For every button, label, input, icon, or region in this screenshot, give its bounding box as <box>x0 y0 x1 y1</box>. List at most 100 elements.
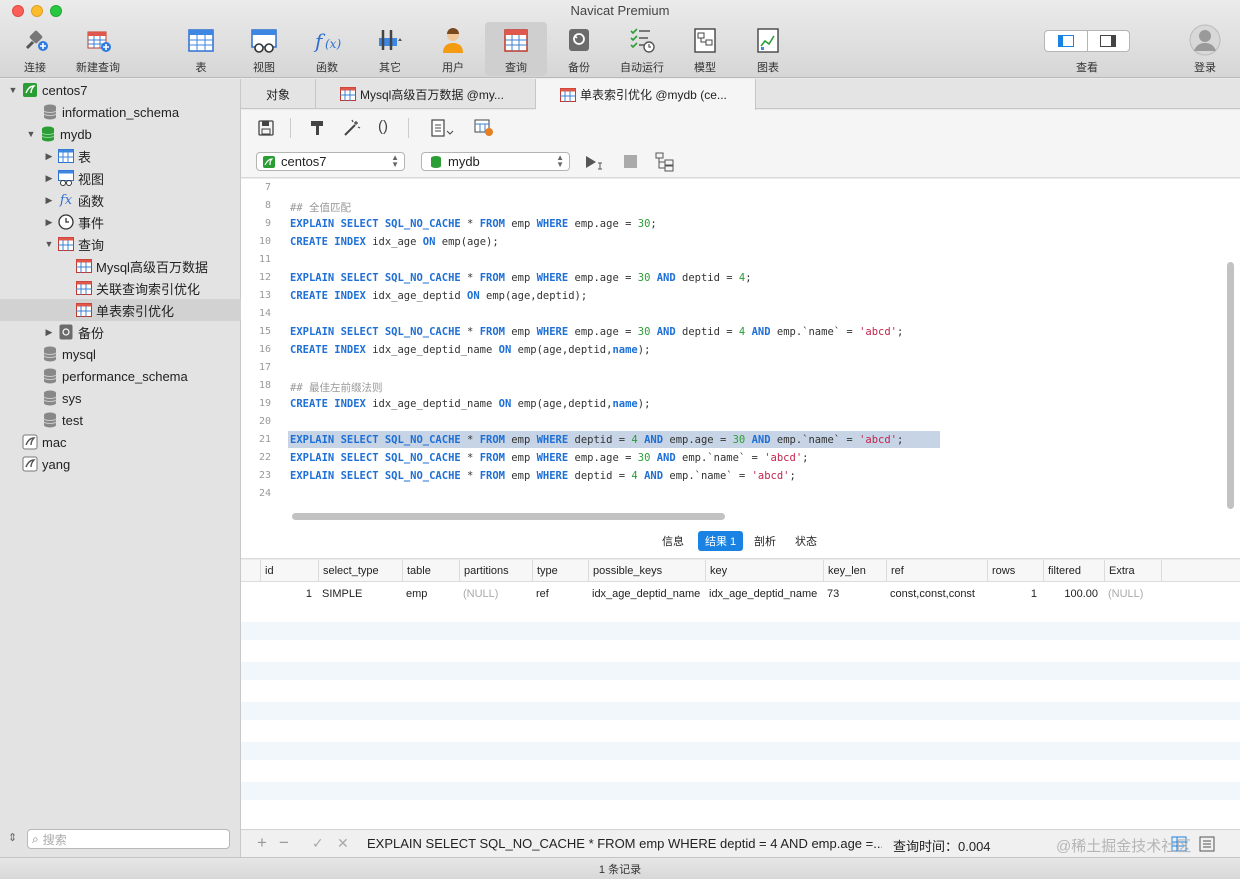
connection-mac[interactable]: mac <box>0 431 241 453</box>
cell-key-len[interactable]: 73 <box>823 584 886 604</box>
expanded-arrow-icon[interactable]: ▼ <box>26 129 36 139</box>
sidebar-item-queries[interactable]: ▼ 查询 <box>0 233 241 255</box>
save-icon[interactable] <box>258 120 274 136</box>
schedule-button[interactable]: 自动运行 <box>611 22 673 76</box>
database-sys[interactable]: sys <box>0 387 241 409</box>
code-line[interactable]: EXPLAIN SELECT SQL_NO_CACHE * FROM emp W… <box>290 272 752 284</box>
column-header[interactable]: key_len <box>823 560 886 582</box>
function-button[interactable]: f (x) 函数 <box>296 22 358 76</box>
cell-table[interactable]: emp <box>402 584 459 604</box>
collapsed-arrow-icon[interactable]: ▶ <box>44 217 54 228</box>
collapsed-arrow-icon[interactable]: ▶ <box>44 151 54 162</box>
cell-key[interactable]: idx_age_deptid_name <box>705 584 823 604</box>
column-header[interactable]: Extra <box>1104 560 1162 582</box>
explain-plan-icon[interactable] <box>655 152 675 172</box>
form-view-icon[interactable] <box>1199 836 1215 852</box>
code-line[interactable]: EXPLAIN SELECT SQL_NO_CACHE * FROM emp W… <box>290 326 903 338</box>
sidebar-item-backups[interactable]: ▶ 备份 <box>0 321 241 343</box>
detail-toggle-icon[interactable] <box>1086 31 1130 51</box>
sidebar-item-events[interactable]: ▶ 事件 <box>0 211 241 233</box>
connect-button[interactable]: 连接 <box>4 22 66 76</box>
code-line[interactable]: EXPLAIN SELECT SQL_NO_CACHE * FROM emp W… <box>290 218 657 230</box>
sidebar-item-views[interactable]: ▶ 视图 <box>0 167 241 189</box>
connection-yang[interactable]: yang <box>0 453 241 475</box>
code-line[interactable]: CREATE INDEX idx_age_deptid_name ON emp(… <box>290 398 650 410</box>
column-header[interactable]: id <box>260 560 318 582</box>
connection-centos7[interactable]: ▼ centos7 <box>0 79 241 101</box>
sql-editor[interactable]: 7 8 9 10 11 12 13 14 15 16 17 18 19 20 21 22 23 24 ## 全值匹… <box>241 179 1240 527</box>
code-line[interactable]: EXPLAIN SELECT SQL_NO_CACHE * FROM emp W… <box>290 434 903 446</box>
column-header[interactable]: rows <box>987 560 1043 582</box>
other-button[interactable]: 其它 <box>359 22 421 76</box>
collapsed-arrow-icon[interactable]: ▶ <box>44 195 54 206</box>
sidebar-search-input[interactable]: ⌕ 搜索 <box>27 829 230 849</box>
cell-id[interactable]: 1 <box>260 584 318 604</box>
tab-objects[interactable]: 对象 <box>241 79 316 109</box>
column-header[interactable]: possible_keys <box>588 560 705 582</box>
sidebar-item-query-mysql-million[interactable]: Mysql高级百万数据 <box>0 255 241 277</box>
column-header[interactable]: partitions <box>459 560 532 582</box>
cell-rows[interactable]: 1 <box>987 584 1043 604</box>
sidebar-item-query-join-index[interactable]: 关联查询索引优化 <box>0 277 241 299</box>
code-line[interactable]: ## 全值匹配 <box>290 200 351 215</box>
snippet-icon[interactable] <box>431 119 455 137</box>
sidebar-item-tables[interactable]: ▶ 表 <box>0 145 241 167</box>
parentheses-icon[interactable]: () <box>378 118 388 135</box>
database-mysql[interactable]: mysql <box>0 343 241 365</box>
cell-ref[interactable]: const,const,const <box>886 584 987 604</box>
code-line[interactable]: CREATE INDEX idx_age ON emp(age); <box>290 236 499 248</box>
code-line[interactable]: ## 最佳左前缀法则 <box>290 380 382 395</box>
sort-icon[interactable]: ⇕ <box>8 831 17 844</box>
tab-status[interactable]: 状态 <box>788 531 824 551</box>
code-line[interactable]: CREATE INDEX idx_age_deptid ON emp(age,d… <box>290 290 587 302</box>
cell-extra[interactable]: (NULL) <box>1104 584 1162 604</box>
collapsed-arrow-icon[interactable]: ▶ <box>44 173 54 184</box>
table-button[interactable]: 表 <box>170 22 232 76</box>
collapsed-arrow-icon[interactable]: ▶ <box>44 327 54 338</box>
new-query-button[interactable]: 新建查询 <box>67 22 129 76</box>
delete-row-icon[interactable]: − <box>279 833 289 853</box>
user-button[interactable]: 用户 <box>422 22 484 76</box>
model-button[interactable]: 模型 <box>674 22 736 76</box>
result-grid[interactable]: id select_type table partitions type pos… <box>241 560 1240 829</box>
tab-info[interactable]: 信息 <box>655 531 691 551</box>
cell-possible-keys[interactable]: idx_age_deptid_name <box>588 584 705 604</box>
column-header[interactable]: select_type <box>318 560 402 582</box>
code-line[interactable]: EXPLAIN SELECT SQL_NO_CACHE * FROM emp W… <box>290 470 796 482</box>
expanded-arrow-icon[interactable]: ▼ <box>8 85 18 95</box>
stop-icon[interactable] <box>624 155 637 168</box>
column-header[interactable]: ref <box>886 560 987 582</box>
cell-select-type[interactable]: SIMPLE <box>318 584 402 604</box>
view-toggle[interactable] <box>1044 30 1130 52</box>
column-header[interactable]: table <box>402 560 459 582</box>
tab-query-single-table[interactable]: 单表索引优化 @mydb (ce... <box>536 79 756 110</box>
sidebar-toggle-icon[interactable] <box>1045 31 1087 51</box>
vertical-scrollbar[interactable] <box>1227 262 1234 509</box>
cell-type[interactable]: ref <box>532 584 588 604</box>
database-mydb[interactable]: ▼ mydb <box>0 123 241 145</box>
database-test[interactable]: test <box>0 409 241 431</box>
column-header[interactable]: filtered <box>1043 560 1104 582</box>
tab-query-mysql-million[interactable]: Mysql高级百万数据 @my... <box>316 79 536 109</box>
expanded-arrow-icon[interactable]: ▼ <box>44 239 54 249</box>
database-information-schema[interactable]: information_schema <box>0 101 241 123</box>
view-button[interactable]: 视图 <box>233 22 295 76</box>
database-performance-schema[interactable]: performance_schema <box>0 365 241 387</box>
magic-wand-icon[interactable] <box>343 119 361 137</box>
code-line[interactable]: CREATE INDEX idx_age_deptid_name ON emp(… <box>290 344 650 356</box>
connection-select[interactable]: centos7 ▲ ▼ <box>256 152 405 171</box>
query-button[interactable]: 查询 <box>485 22 547 76</box>
run-icon[interactable] <box>585 154 607 170</box>
sidebar-item-functions[interactable]: ▶ fx 函数 <box>0 189 241 211</box>
explain-icon[interactable] <box>474 119 494 137</box>
tab-result-1[interactable]: 结果 1 <box>698 531 744 551</box>
code-line[interactable]: EXPLAIN SELECT SQL_NO_CACHE * FROM emp W… <box>290 452 808 464</box>
cell-partitions[interactable]: (NULL) <box>459 584 532 604</box>
format-icon[interactable] <box>309 120 325 136</box>
horizontal-scrollbar[interactable] <box>292 513 725 520</box>
add-row-icon[interactable]: + <box>257 833 267 853</box>
database-select[interactable]: mydb ▲ ▼ <box>421 152 570 171</box>
sidebar-item-query-single-table[interactable]: 单表索引优化 <box>0 299 241 321</box>
cell-filtered[interactable]: 100.00 <box>1043 584 1104 604</box>
chart-button[interactable]: 图表 <box>737 22 799 76</box>
